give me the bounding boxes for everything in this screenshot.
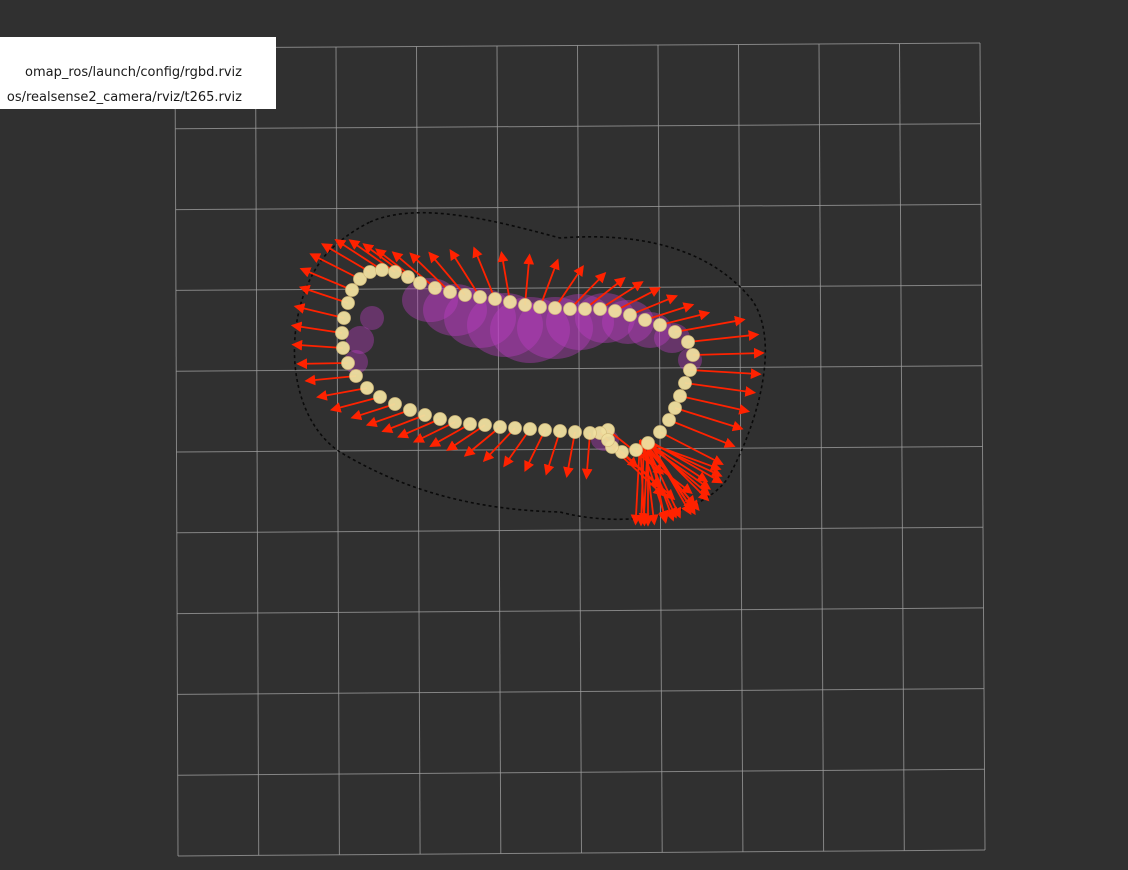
pose-arrow (689, 368, 762, 379)
path-marker (638, 313, 652, 327)
path-marker (388, 265, 402, 279)
path-marker (593, 302, 607, 316)
pose-arrow (290, 321, 343, 334)
ground-grid (174, 42, 986, 857)
path-marker (548, 301, 562, 315)
path-marker (493, 420, 507, 434)
pose-arrow (296, 358, 349, 370)
pose-arrow (684, 382, 757, 397)
path-marker (337, 311, 351, 325)
path-marker (433, 412, 447, 426)
path-marker (678, 376, 692, 390)
path-marker (341, 356, 355, 370)
path-marker (578, 302, 592, 316)
path-marker (443, 285, 457, 299)
path-marker (681, 335, 695, 349)
path-marker (401, 270, 415, 284)
pose-arrow (291, 339, 344, 351)
path-marker (668, 325, 682, 339)
path-marker (458, 288, 472, 302)
pose-arrow (692, 347, 765, 359)
path-marker (345, 283, 359, 297)
path-marker (341, 296, 355, 310)
path-marker (508, 421, 522, 435)
3d-viewport[interactable]: omap_ros/launch/config/rgbd.rviz os/real… (0, 0, 1128, 870)
recent-configs-popup[interactable]: omap_ros/launch/config/rgbd.rviz os/real… (0, 37, 276, 109)
pose-arrow (316, 387, 368, 401)
path-marker (553, 424, 567, 438)
recent-config-item[interactable]: omap_ros/launch/config/rgbd.rviz (25, 64, 242, 82)
path-marker (473, 290, 487, 304)
path-marker (388, 397, 402, 411)
path-marker (563, 302, 577, 316)
pose-arrow (329, 396, 381, 413)
path-marker (518, 298, 532, 312)
path-marker (686, 348, 700, 362)
path-marker (653, 318, 667, 332)
path-marker (488, 292, 502, 306)
path-marker (601, 433, 615, 447)
path-marker (448, 415, 462, 429)
path-marker (418, 408, 432, 422)
path-marker (523, 422, 537, 436)
path-marker (363, 265, 377, 279)
path-marker (503, 295, 517, 309)
path-marker (335, 326, 349, 340)
path-marker (583, 426, 597, 440)
path-marker (533, 300, 547, 314)
path-marker (373, 390, 387, 404)
covariance-ellipse (346, 326, 374, 354)
pose-arrow (674, 315, 746, 333)
path-marker (673, 389, 687, 403)
recent-config-item[interactable]: os/realsense2_camera/rviz/t265.rviz (7, 89, 242, 107)
path-marker (428, 281, 442, 295)
path-marker (662, 413, 676, 427)
path-marker (538, 423, 552, 437)
path-marker (683, 363, 697, 377)
path-marker (413, 276, 427, 290)
pose-arrow (304, 374, 357, 386)
pose-arrow (687, 330, 760, 343)
path-marker (623, 308, 637, 322)
path-marker (360, 381, 374, 395)
pose-arrow (679, 395, 751, 415)
path-marker (349, 369, 363, 383)
path-marker (653, 425, 667, 439)
path-marker (608, 304, 622, 318)
path-marker (463, 417, 477, 431)
path-marker (336, 341, 350, 355)
path-marker (641, 436, 655, 450)
path-marker (478, 418, 492, 432)
covariance-ellipse (360, 306, 384, 330)
path-marker (375, 263, 389, 277)
path-marker (568, 425, 582, 439)
path-marker (629, 443, 643, 457)
path-marker (403, 403, 417, 417)
scene-render[interactable] (0, 0, 1128, 870)
path-marker (668, 401, 682, 415)
